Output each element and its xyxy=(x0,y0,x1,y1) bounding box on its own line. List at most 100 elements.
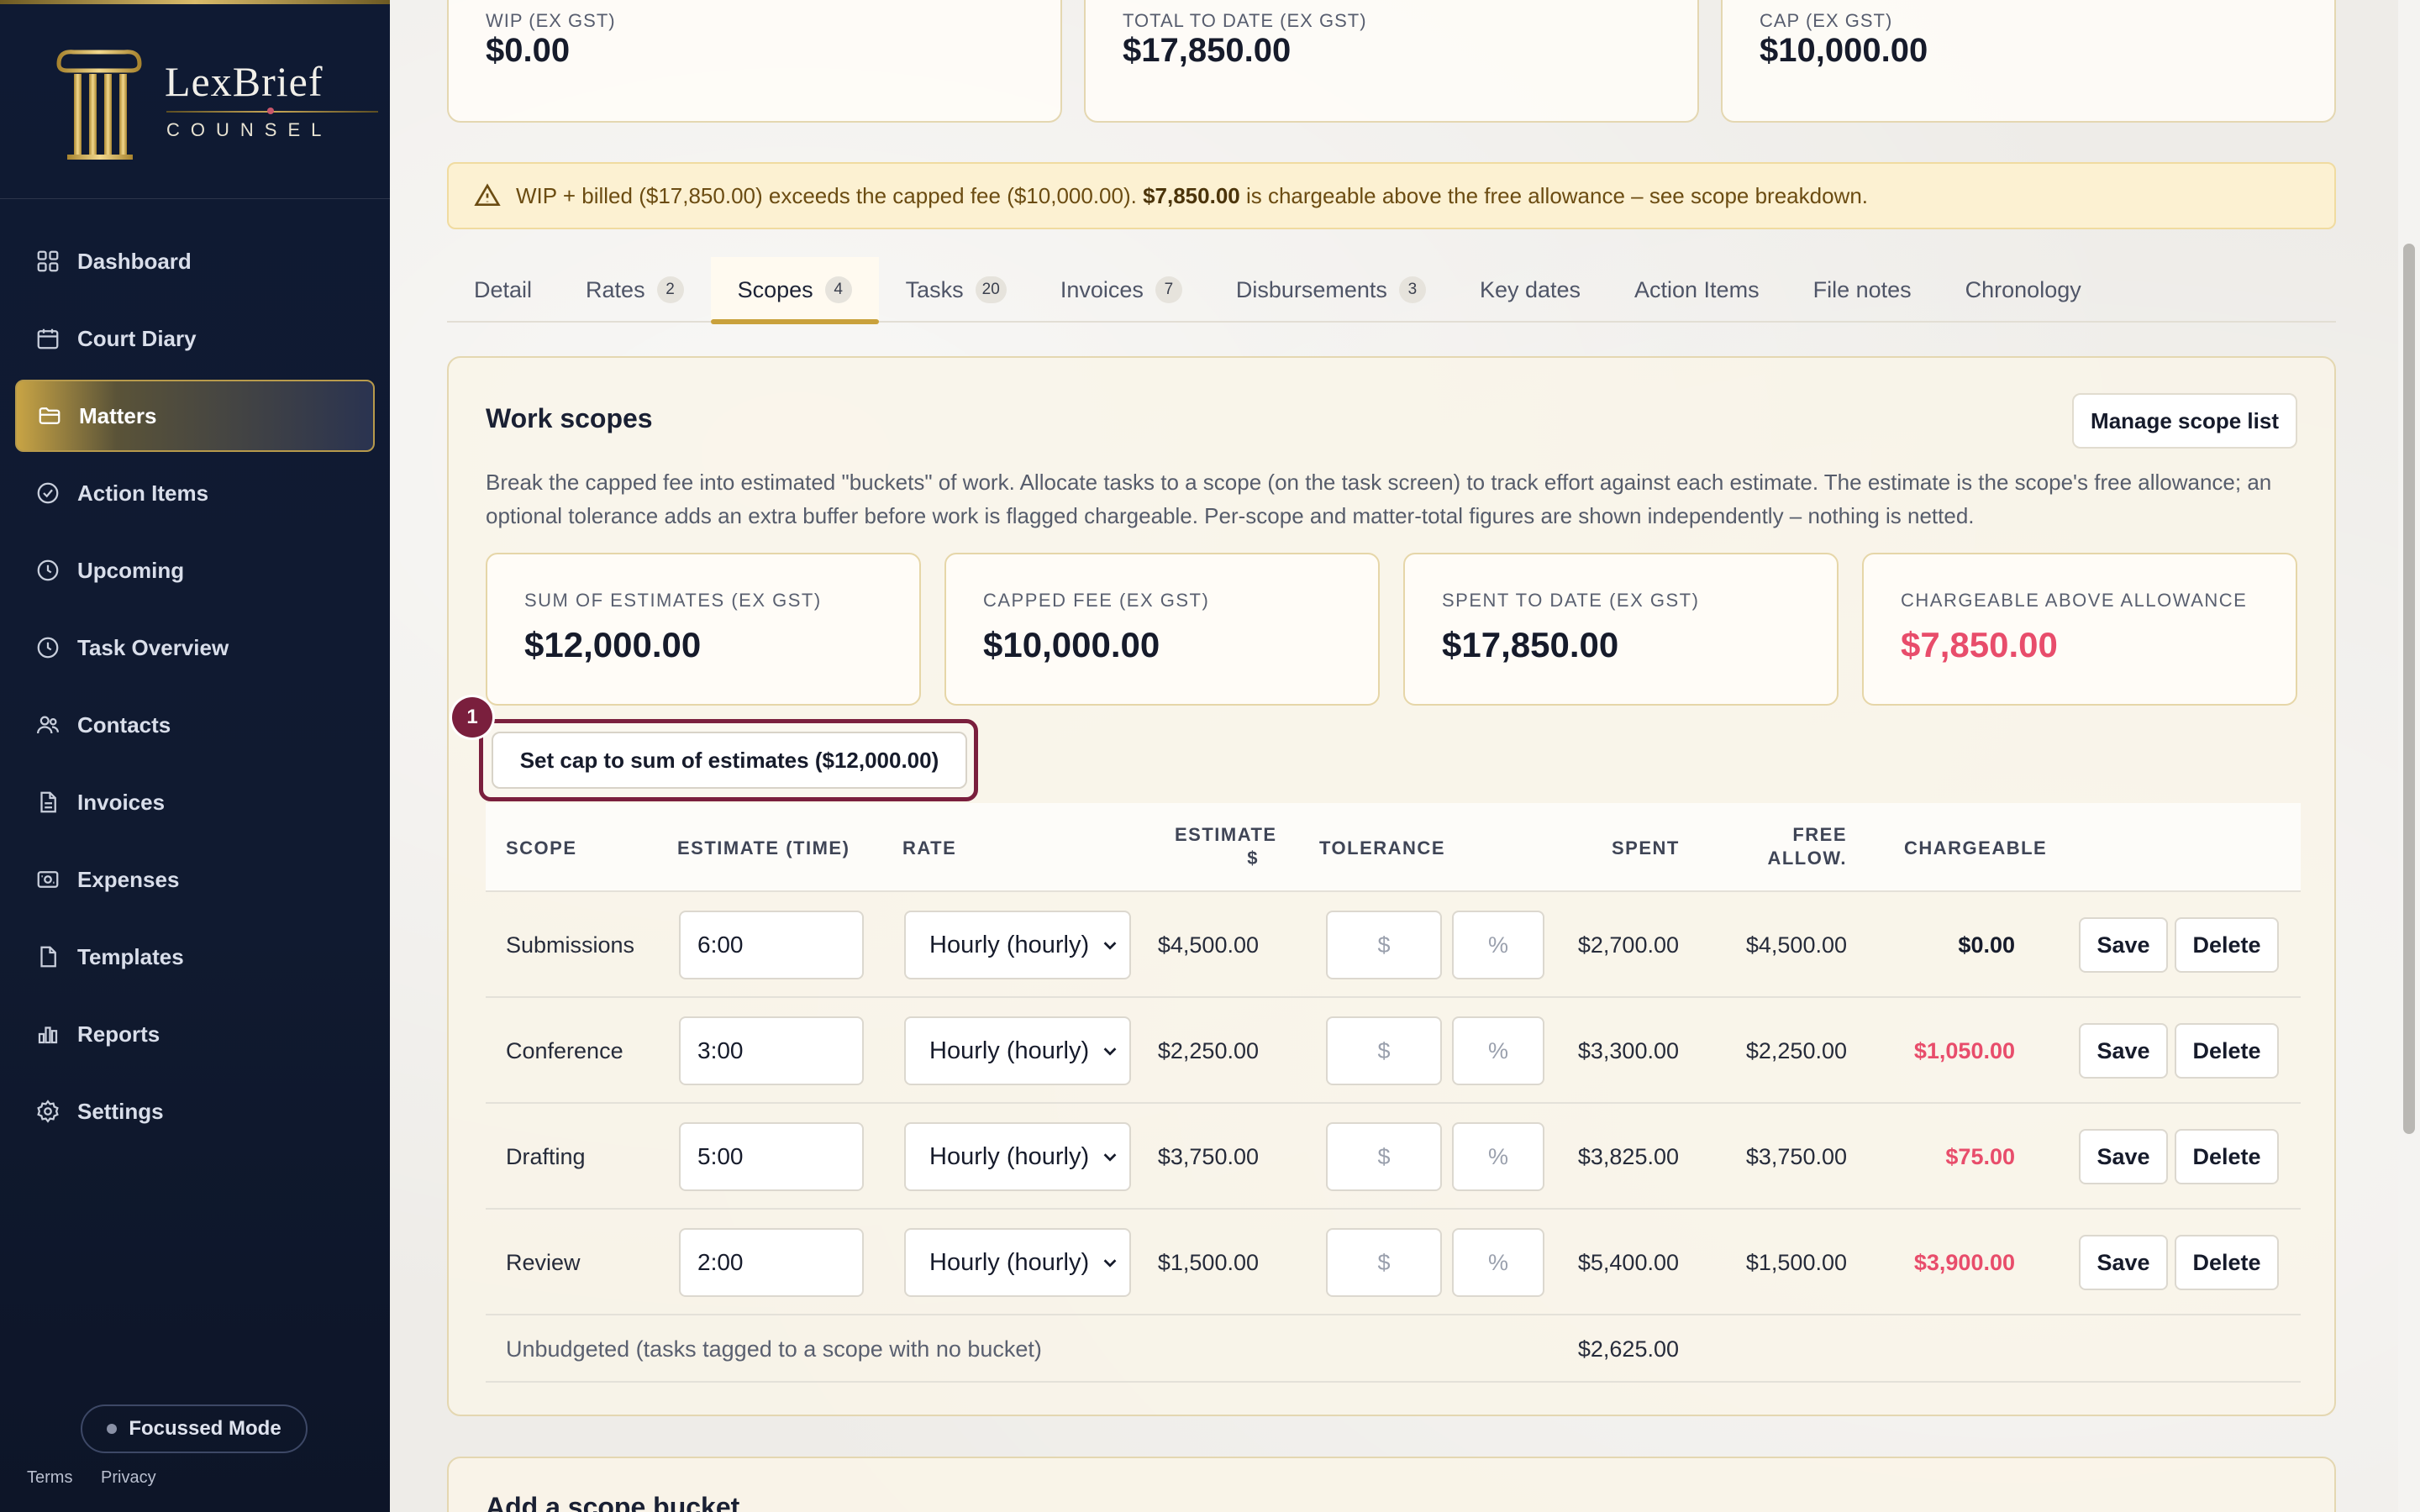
check-circle-icon xyxy=(37,482,59,504)
scopes-table: SCOPE ESTIMATE (TIME) RATE ESTIMATE $ TOL… xyxy=(486,803,2301,1383)
tab-rates[interactable]: Rates 2 xyxy=(559,257,711,323)
save-button[interactable]: Save xyxy=(2079,917,2168,973)
delete-button[interactable]: Delete xyxy=(2175,917,2279,973)
sidebar-item-action-items[interactable]: Action Items xyxy=(15,457,375,529)
delete-button[interactable]: Delete xyxy=(2175,1129,2279,1184)
sidebar-item-upcoming[interactable]: Upcoming xyxy=(15,534,375,606)
tolerance-percent-input[interactable]: % xyxy=(1452,1016,1544,1085)
sidebar-item-label: Expenses xyxy=(77,866,180,892)
unbudgeted-row: Unbudgeted (tasks tagged to a scope with… xyxy=(486,1315,2301,1383)
estimate-time-input[interactable]: 6:00 xyxy=(679,911,864,979)
stat-label: CHARGEABLE ABOVE ALLOWANCE xyxy=(1901,590,2248,611)
tolerance-dollar-input[interactable]: $ xyxy=(1326,1228,1442,1297)
sidebar-item-settings[interactable]: Settings xyxy=(15,1075,375,1147)
delete-button[interactable]: Delete xyxy=(2175,1235,2279,1290)
estimate-time-input[interactable]: 2:00 xyxy=(679,1228,864,1297)
folder-icon xyxy=(39,407,60,424)
save-button[interactable]: Save xyxy=(2079,1129,2168,1184)
tab-chronology[interactable]: Chronology xyxy=(1939,257,2108,323)
tolerance-dollar-input[interactable]: $ xyxy=(1326,1016,1442,1085)
col-scope: SCOPE xyxy=(506,837,577,858)
chargeable-amount: $3,900.00 xyxy=(1913,1249,2015,1275)
calendar-icon xyxy=(37,328,59,349)
tab-count-badge: 7 xyxy=(1155,276,1182,303)
summary-label: CAP (EX GST) xyxy=(1760,10,1893,31)
tab-count-badge: 2 xyxy=(656,276,684,303)
save-button[interactable]: Save xyxy=(2079,1235,2168,1290)
summary-value: $10,000.00 xyxy=(1760,32,1928,69)
col-spent: SPENT xyxy=(1612,837,1680,858)
grid-icon xyxy=(37,250,59,272)
sidebar-item-court-diary[interactable]: Court Diary xyxy=(15,302,375,375)
scope-name: Drafting xyxy=(506,1143,586,1169)
tolerance-percent-input[interactable]: % xyxy=(1452,1122,1544,1191)
tolerance-percent-input[interactable]: % xyxy=(1452,911,1544,979)
chevron-down-icon xyxy=(1103,1047,1117,1056)
estimate-amount: $4,500.00 xyxy=(1157,932,1259,958)
tab-key-dates[interactable]: Key dates xyxy=(1453,257,1607,323)
stat-chargeable: CHARGEABLE ABOVE ALLOWANCE $7,850.00 xyxy=(1862,553,2297,706)
summary-value: $17,850.00 xyxy=(1123,32,1292,69)
spent-amount: $3,825.00 xyxy=(1577,1143,1679,1169)
estimate-amount: $2,250.00 xyxy=(1157,1037,1259,1063)
tab-disbursements[interactable]: Disbursements 3 xyxy=(1209,257,1453,323)
clock-icon xyxy=(37,559,59,581)
delete-button[interactable]: Delete xyxy=(2175,1023,2279,1079)
set-cap-highlight: Set cap to sum of estimates ($12,000.00) xyxy=(479,719,978,801)
warning-icon xyxy=(474,183,501,206)
col-estimate-dollar: ESTIMATE $ xyxy=(1175,824,1277,869)
table-row: Review 2:00 Hourly (hourly) $1,500.00 $ … xyxy=(486,1210,2301,1315)
free-allowance-amount: $4,500.00 xyxy=(1745,932,1847,958)
col-free-allowance: FREE ALLOW. xyxy=(1767,824,1847,869)
tolerance-percent-input[interactable]: % xyxy=(1452,1228,1544,1297)
save-button[interactable]: Save xyxy=(2079,1023,2168,1079)
estimate-time-input[interactable]: 3:00 xyxy=(679,1016,864,1085)
summary-card-wip: WIP (EX GST) $0.00 xyxy=(447,0,1062,123)
scope-name: Review xyxy=(506,1249,581,1275)
sidebar: LexBrief COUNSEL Dashboard Court Diary M… xyxy=(0,0,390,1512)
stat-spent-to-date: SPENT TO DATE (EX GST) $17,850.00 xyxy=(1403,553,1839,706)
tab-tasks[interactable]: Tasks 20 xyxy=(879,257,1034,323)
estimate-time-input[interactable]: 5:00 xyxy=(679,1122,864,1191)
scrollbar-thumb[interactable] xyxy=(2403,244,2415,1134)
tolerance-dollar-input[interactable]: $ xyxy=(1326,1122,1442,1191)
sidebar-item-label: Task Overview xyxy=(77,634,229,660)
sidebar-item-label: Reports xyxy=(77,1021,160,1047)
col-estimate-time: ESTIMATE (TIME) xyxy=(677,837,850,858)
tab-action-items[interactable]: Action Items xyxy=(1607,257,1786,323)
file-icon xyxy=(40,946,56,968)
stat-label: CAPPED FEE (EX GST) xyxy=(983,590,1210,611)
rate-select[interactable]: Hourly (hourly) xyxy=(904,1016,1131,1085)
tab-invoices[interactable]: Invoices 7 xyxy=(1034,257,1209,323)
estimate-amount: $3,750.00 xyxy=(1157,1143,1259,1169)
manage-scope-list-button[interactable]: Manage scope list xyxy=(2072,393,2297,449)
scrollbar[interactable] xyxy=(2398,0,2420,1512)
privacy-link[interactable]: Privacy xyxy=(101,1468,156,1487)
rate-select[interactable]: Hourly (hourly) xyxy=(904,911,1131,979)
focussed-mode-toggle[interactable]: Focussed Mode xyxy=(81,1404,308,1453)
sidebar-item-invoices[interactable]: Invoices xyxy=(15,766,375,838)
tab-scopes[interactable]: Scopes 4 xyxy=(710,257,879,324)
add-scope-bucket-panel: Add a scope bucket xyxy=(447,1457,2336,1512)
sidebar-item-label: Matters xyxy=(79,402,157,428)
set-cap-button[interactable]: Set cap to sum of estimates ($12,000.00) xyxy=(492,732,967,789)
estimate-amount: $1,500.00 xyxy=(1157,1249,1259,1275)
sidebar-item-expenses[interactable]: Expenses xyxy=(15,843,375,916)
tolerance-dollar-input[interactable]: $ xyxy=(1326,911,1442,979)
rate-select[interactable]: Hourly (hourly) xyxy=(904,1228,1131,1297)
sidebar-item-matters[interactable]: Matters xyxy=(15,380,375,452)
sidebar-item-dashboard[interactable]: Dashboard xyxy=(15,225,375,297)
sidebar-item-label: Upcoming xyxy=(77,557,185,583)
tab-count-badge: 20 xyxy=(975,276,1007,303)
brand-logo[interactable]: LexBrief COUNSEL xyxy=(55,40,378,166)
sidebar-item-contacts[interactable]: Contacts xyxy=(15,689,375,761)
tab-detail[interactable]: Detail xyxy=(447,257,559,323)
sidebar-nav: Dashboard Court Diary Matters Action Ite… xyxy=(15,225,375,1152)
sidebar-item-templates[interactable]: Templates xyxy=(15,921,375,993)
tab-file-notes[interactable]: File notes xyxy=(1786,257,1939,323)
rate-select[interactable]: Hourly (hourly) xyxy=(904,1122,1131,1191)
summary-card-cap: CAP (EX GST) $10,000.00 xyxy=(1721,0,2336,123)
terms-link[interactable]: Terms xyxy=(27,1468,72,1487)
sidebar-item-task-overview[interactable]: Task Overview xyxy=(15,612,375,684)
sidebar-item-reports[interactable]: Reports xyxy=(15,998,375,1070)
